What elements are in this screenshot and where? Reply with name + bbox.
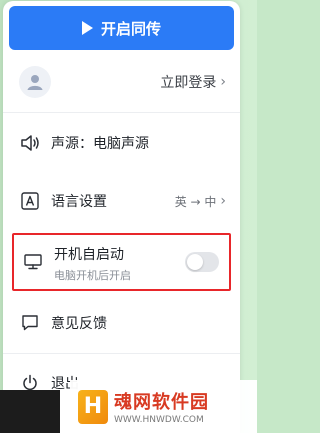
watermark-logo: H [78, 389, 108, 424]
user-icon [27, 75, 43, 90]
menu-item-label: 声源：电脑声源 [51, 136, 149, 152]
autostart-text: 开机自启动 电脑开机后开启 [54, 244, 131, 283]
menu-item-audio-source[interactable]: 声源：电脑声源 [3, 127, 240, 159]
feedback-icon [19, 312, 41, 334]
login-label: 立即登录 [160, 75, 217, 91]
account-row[interactable]: 立即登录 › [3, 59, 240, 105]
divider [3, 112, 240, 113]
autostart-title: 开机自启动 [54, 247, 124, 263]
tray-menu-panel: 开启同传 立即登录 › 声源：电脑声源 语言设置 英 → 中 › 开机自启动 电… [3, 1, 240, 433]
watermark-text: 魂网软件园 WWW.HNWDW.COM [114, 388, 209, 425]
avatar[interactable] [19, 66, 51, 98]
menu-item-label: 意见反馈 [51, 316, 107, 332]
speaker-icon [19, 132, 41, 154]
language-pair-text: 英 → 中 [174, 194, 217, 209]
divider [3, 353, 240, 354]
autostart-toggle[interactable] [185, 252, 219, 272]
chevron-right-icon: › [220, 193, 226, 209]
menu-item-label: 语言设置 [51, 194, 107, 210]
autostart-subtitle: 电脑开机后开启 [54, 269, 131, 282]
start-sync-label: 开启同传 [100, 19, 161, 38]
start-sync-button[interactable]: 开启同传 [9, 6, 234, 50]
site-watermark: H 魂网软件园 WWW.HNWDW.COM [70, 380, 257, 433]
menu-item-autostart: 开机自启动 电脑开机后开启 [12, 233, 231, 291]
menu-item-feedback[interactable]: 意见反馈 [3, 307, 240, 339]
watermark-url: WWW.HNWDW.COM [114, 415, 204, 425]
menu-item-language[interactable]: 语言设置 英 → 中 › [3, 185, 240, 217]
watermark-name: 魂网软件园 [114, 392, 209, 413]
monitor-icon [22, 251, 44, 273]
play-icon [81, 21, 93, 35]
toggle-knob [187, 254, 203, 270]
login-link[interactable]: 立即登录 › [160, 72, 226, 92]
language-value: 英 → 中 › [175, 193, 226, 210]
chevron-right-icon: › [220, 74, 226, 90]
language-a-icon [19, 190, 41, 212]
taskbar-fragment [0, 390, 60, 433]
